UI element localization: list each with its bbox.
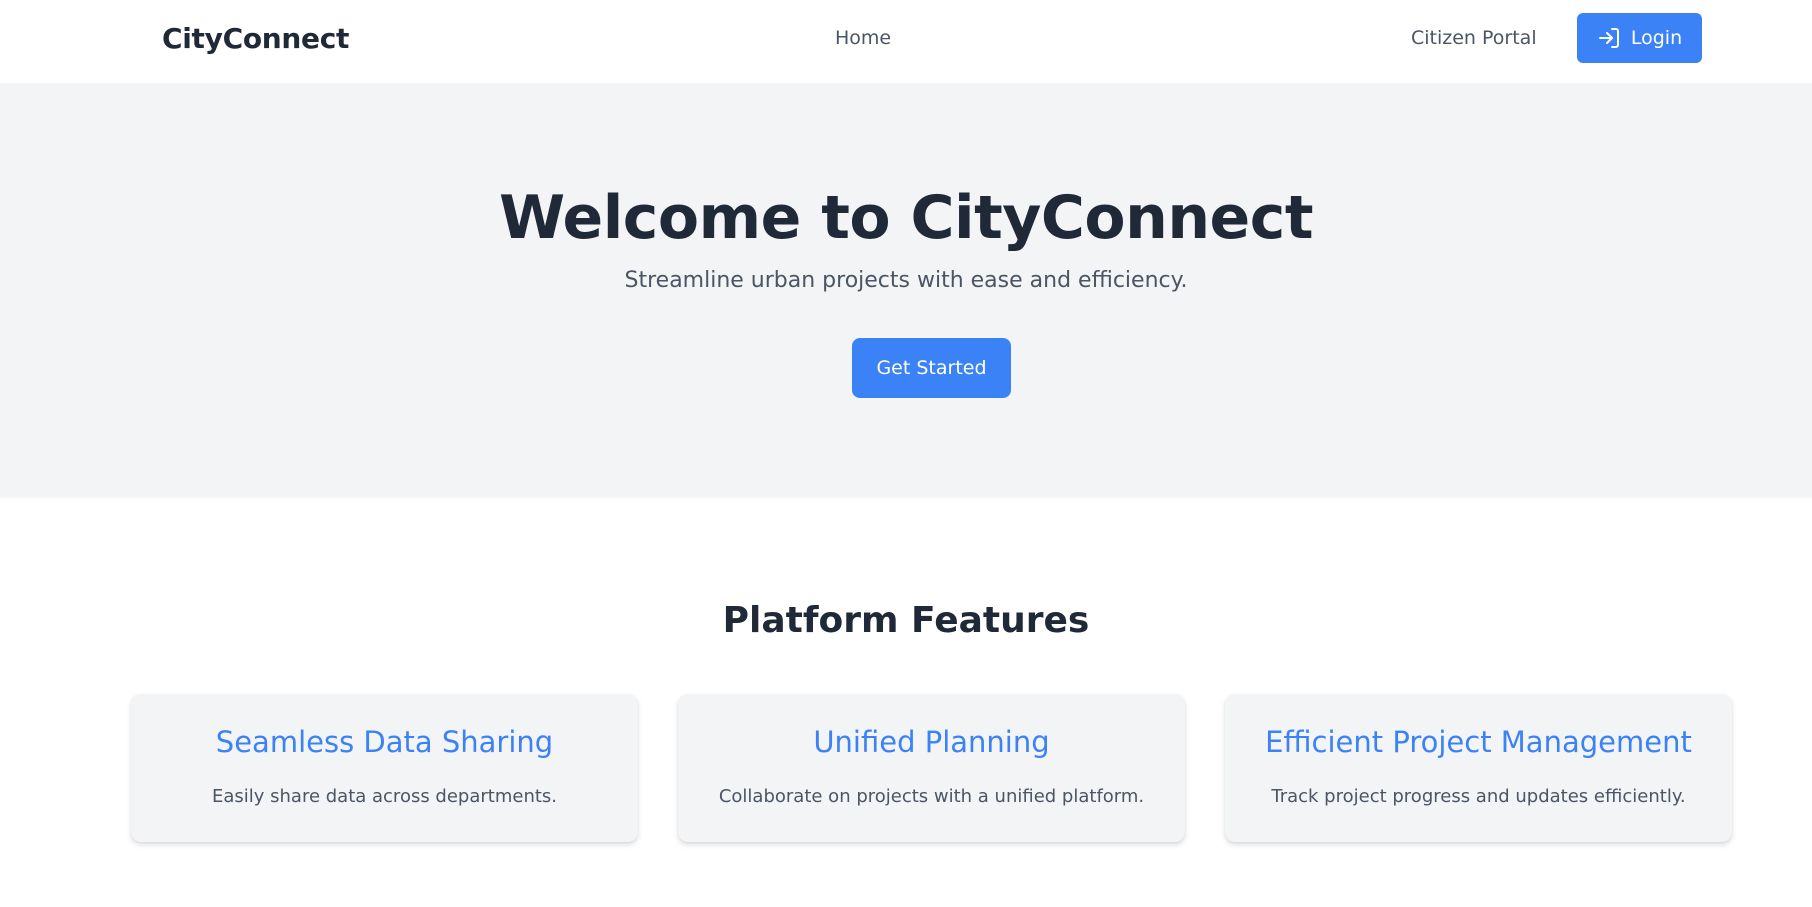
hero-subtitle: Streamline urban projects with ease and … [624, 268, 1188, 293]
top-navbar: CityConnect Home Citizen Portal Login [0, 0, 1812, 83]
feature-card-description: Track project progress and updates effic… [1271, 786, 1686, 807]
get-started-button[interactable]: Get Started [852, 338, 1011, 398]
feature-card-title: Unified Planning [813, 725, 1050, 759]
login-button[interactable]: Login [1577, 13, 1702, 63]
features-cards: Seamless Data Sharing Easily share data … [0, 694, 1812, 844]
features-section-title: Platform Features [722, 600, 1090, 641]
nav-link-citizen-portal[interactable]: Citizen Portal [1411, 27, 1537, 49]
hero-section: Welcome to CityConnect Streamline urban … [0, 83, 1812, 498]
nav-link-home[interactable]: Home [835, 27, 891, 49]
feature-card-title: Seamless Data Sharing [215, 725, 554, 759]
feature-card-data-sharing: Seamless Data Sharing Easily share data … [131, 694, 638, 842]
brand-logo-text[interactable]: CityConnect [162, 22, 349, 55]
hero-title: Welcome to CityConnect [499, 183, 1314, 253]
feature-card-project-management: Efficient Project Management Track proje… [1225, 694, 1732, 842]
feature-card-description: Easily share data across departments. [211, 786, 558, 807]
feature-card-description: Collaborate on projects with a unified p… [718, 786, 1145, 807]
feature-card-unified-planning: Unified Planning Collaborate on projects… [678, 694, 1185, 842]
feature-card-title: Efficient Project Management [1265, 725, 1692, 759]
log-in-icon [1598, 28, 1619, 48]
login-button-label: Login [1630, 27, 1683, 49]
